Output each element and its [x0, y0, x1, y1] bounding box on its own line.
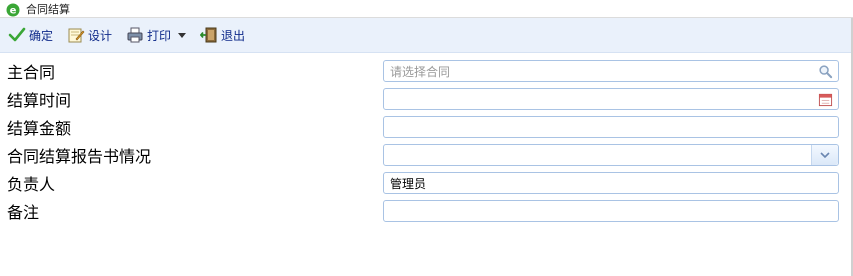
owner-label: 负责人: [7, 175, 56, 194]
title-bar: e 合同结算: [0, 0, 853, 18]
app-logo-icon: e: [6, 2, 20, 16]
printer-icon: [127, 27, 143, 43]
toolbar: 确定 设计 打印 退出: [0, 18, 853, 53]
form-row-remark: 备注: [0, 200, 853, 228]
form-row-settle-time: 结算时间: [0, 88, 853, 116]
report-status-label: 合同结算报告书情况: [7, 147, 152, 166]
report-status-select[interactable]: [383, 144, 839, 166]
form-row-settle-amount: 结算金额: [0, 116, 853, 144]
exit-label: 退出: [221, 28, 246, 43]
settle-amount-field[interactable]: [383, 116, 839, 138]
main-contract-field[interactable]: [383, 60, 839, 82]
design-button[interactable]: 设计: [63, 24, 116, 46]
edit-icon: [68, 28, 85, 43]
chevron-down-icon[interactable]: [178, 32, 187, 38]
exit-button[interactable]: 退出: [196, 24, 249, 46]
form-row-report-status: 合同结算报告书情况: [0, 144, 853, 172]
settle-amount-label: 结算金额: [7, 119, 72, 138]
chevron-down-icon[interactable]: [811, 145, 838, 165]
remark-field[interactable]: [383, 200, 839, 222]
settle-time-field[interactable]: [383, 88, 839, 110]
settle-time-input[interactable]: [384, 90, 810, 110]
design-label: 设计: [88, 28, 113, 43]
report-status-input[interactable]: [384, 146, 810, 166]
main-contract-label: 主合同: [7, 63, 56, 82]
owner-input[interactable]: [384, 173, 810, 194]
window-title: 合同结算: [26, 2, 70, 16]
settle-time-label: 结算时间: [7, 91, 72, 110]
confirm-label: 确定: [29, 28, 54, 43]
print-label: 打印: [147, 28, 172, 43]
form-row-owner: 负责人: [0, 172, 853, 200]
checkmark-icon: [8, 27, 26, 42]
confirm-button[interactable]: 确定: [4, 24, 57, 46]
owner-field[interactable]: [383, 172, 839, 194]
main-contract-input[interactable]: [384, 62, 810, 82]
settle-amount-input[interactable]: [384, 118, 810, 138]
form-row-main-contract: 主合同: [0, 60, 853, 88]
print-button[interactable]: 打印: [122, 24, 190, 46]
calendar-icon[interactable]: [813, 90, 837, 108]
svg-text:e: e: [10, 5, 17, 16]
search-icon[interactable]: [813, 62, 837, 80]
remark-label: 备注: [7, 203, 40, 222]
exit-door-icon: [200, 27, 217, 43]
remark-input[interactable]: [384, 202, 810, 222]
